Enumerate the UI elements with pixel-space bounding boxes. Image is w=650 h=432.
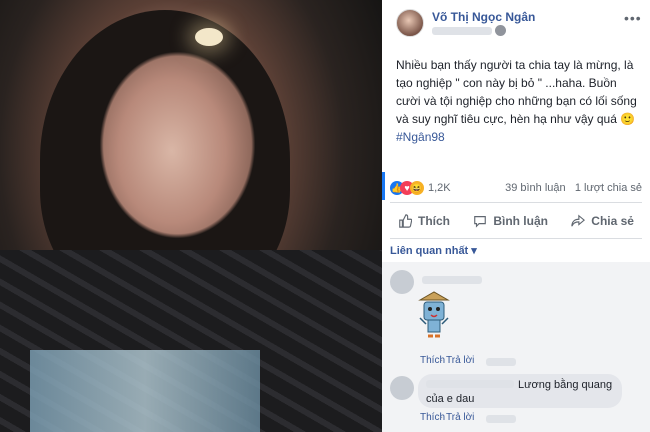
post-text: Nhiều bạn thấy người ta chia tay là mừng… xyxy=(396,56,641,146)
divider xyxy=(390,202,642,203)
thumbs-up-icon xyxy=(399,214,412,228)
post-panel: Võ Thị Ngọc Ngân ••• Nhiều bạn thấy ngườ… xyxy=(382,0,650,432)
comment-reply-link: · xyxy=(440,355,444,366)
post-actions: Thích Bình luận Chia sẻ xyxy=(390,208,642,234)
comment-time-blurred xyxy=(486,415,516,423)
comment-share-stats: 39 bình luận 1 lượt chia sẻ xyxy=(505,182,642,194)
post-hashtag[interactable]: #Ngân98 xyxy=(396,128,641,146)
post-photo[interactable] xyxy=(0,0,382,432)
comment-time-blurred xyxy=(486,358,516,366)
comment-icon xyxy=(474,216,487,228)
globe-icon xyxy=(495,25,506,36)
comment-text: Lương bằng quang của e dau xyxy=(426,379,613,405)
comment-sort-dropdown[interactable]: Liên quan nhất ▾ xyxy=(390,244,477,257)
reaction-count[interactable]: 1,2K xyxy=(428,182,451,194)
photo-ceiling-light xyxy=(195,28,223,46)
focus-indicator xyxy=(382,172,385,200)
comment-reply-link[interactable]: Trả lời xyxy=(446,412,474,423)
comments-section: Thích · Trả lời Lương bằng quang của e d… xyxy=(382,262,650,432)
commenter-avatar[interactable] xyxy=(390,376,414,400)
share-button[interactable]: Chia sẻ xyxy=(563,208,642,234)
sticker-image xyxy=(418,291,450,338)
like-label: Thích xyxy=(418,214,450,228)
photo-shirt-print xyxy=(30,350,260,432)
like-button[interactable]: Thích xyxy=(390,208,458,234)
comment-button[interactable]: Bình luận xyxy=(465,208,556,234)
post-body: Nhiều bạn thấy người ta chia tay là mừng… xyxy=(396,58,637,126)
comment-count[interactable]: 39 bình luận xyxy=(505,182,566,194)
post-header: Võ Thị Ngọc Ngân ••• xyxy=(382,0,650,44)
commenter-name-blurred[interactable] xyxy=(422,276,482,284)
post-timestamp-blurred[interactable] xyxy=(432,27,492,35)
comment-label: Bình luận xyxy=(493,214,548,228)
divider xyxy=(390,238,642,239)
more-options-icon[interactable]: ••• xyxy=(624,10,642,26)
share-count[interactable]: 1 lượt chia sẻ xyxy=(575,182,642,194)
commenter-avatar[interactable] xyxy=(390,270,414,294)
share-icon xyxy=(571,214,586,227)
author-name[interactable]: Võ Thị Ngọc Ngân xyxy=(432,10,535,24)
haha-reaction-icon[interactable]: 😆 xyxy=(410,181,424,195)
comment-separator: · xyxy=(440,412,444,423)
share-label: Chia sẻ xyxy=(591,214,634,228)
author-avatar[interactable] xyxy=(396,9,424,37)
comment-reply-link[interactable]: Trả lời xyxy=(446,355,474,366)
reaction-summary: 👍 ♥ 😆 1,2K 39 bình luận 1 lượt chia sẻ xyxy=(390,181,642,195)
